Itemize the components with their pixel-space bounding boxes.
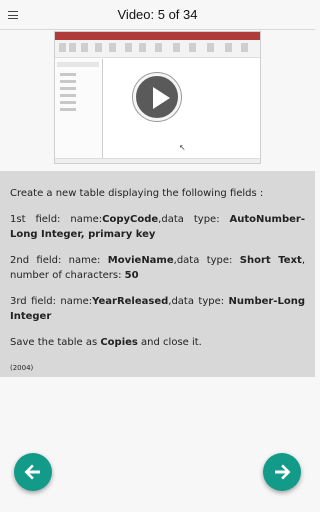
- instructions-intro: Create a new table displaying the follow…: [10, 188, 264, 199]
- access-ribbon: [55, 40, 260, 58]
- next-button[interactable]: [263, 453, 301, 491]
- page-title: Video: 5 of 34: [117, 7, 198, 22]
- arrow-right-icon: [275, 464, 291, 480]
- field-3-text: 3rd field: name:YearReleased,data type: …: [10, 296, 305, 322]
- top-bar: Video: 5 of 34: [0, 0, 315, 30]
- nav-pane-header: [57, 62, 99, 67]
- access-status-bar: [55, 158, 260, 163]
- mouse-cursor-icon: ↖: [179, 143, 186, 152]
- year-label: (2004): [10, 364, 34, 372]
- field-2-text: 2nd field: name: MovieName,data type: Sh…: [10, 255, 305, 281]
- save-instruction: Save the table as Copies and close it.: [10, 337, 202, 348]
- arrow-left-icon: [24, 464, 40, 480]
- previous-button[interactable]: [14, 453, 52, 491]
- play-icon[interactable]: [133, 73, 181, 121]
- video-area: ↖: [0, 31, 315, 171]
- field-1-text: 1st field: name:CopyCode,data type: Auto…: [10, 214, 305, 240]
- access-navigation-pane: [55, 59, 103, 159]
- app-root: Video: 5 of 34 ↖ Create a new table disp…: [0, 0, 315, 512]
- instructions-panel: Create a new table displaying the follow…: [0, 171, 315, 377]
